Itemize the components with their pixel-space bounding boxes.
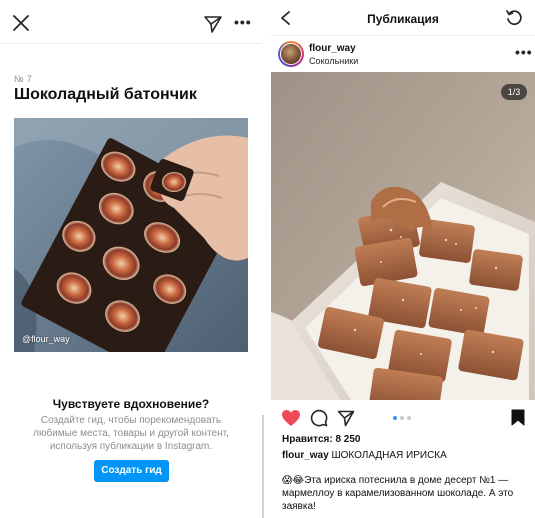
carousel-indicator: [393, 416, 413, 421]
guide-top-bar: •••: [0, 0, 262, 44]
more-options-icon[interactable]: •••: [515, 44, 532, 60]
carousel-dot: [407, 416, 411, 420]
carousel-dot-active: [393, 416, 397, 420]
guide-panel: ••• № 7 Шоколадный батончик @flour_way Ч…: [0, 0, 262, 518]
close-icon[interactable]: [10, 12, 32, 34]
inspire-title: Чувствуете вдохновение?: [52, 397, 210, 411]
post-header: flour_way Сокольники •••: [271, 36, 535, 72]
comment-icon[interactable]: [310, 409, 328, 427]
post-location[interactable]: Сокольники: [309, 56, 358, 66]
refresh-icon[interactable]: [505, 9, 523, 27]
scrollbar[interactable]: [262, 415, 264, 518]
post-top-bar: Публикация: [271, 0, 535, 36]
heart-icon[interactable]: [281, 409, 301, 427]
photo-credit[interactable]: @flour_way: [22, 334, 70, 344]
avatar[interactable]: [278, 41, 304, 67]
image-counter-badge: 1/3: [501, 84, 527, 100]
guide-number: № 7: [14, 74, 33, 84]
guide-photo[interactable]: [14, 118, 248, 352]
caption-username[interactable]: flour_way: [282, 450, 329, 461]
send-icon[interactable]: [203, 14, 223, 34]
post-actions: [271, 404, 535, 430]
inspire-description: Создайте гид, чтобы порекомендовать люби…: [33, 415, 229, 452]
bookmark-icon[interactable]: [511, 409, 525, 426]
create-guide-button[interactable]: Создать гид: [94, 460, 169, 482]
carousel-dot: [400, 416, 404, 420]
caption-text: 😱😂Эта ириска потеснила в доме десерт №1 …: [282, 475, 514, 512]
post-image[interactable]: [271, 72, 535, 400]
post-panel: Публикация flour_way Сокольники ••• 1/3 …: [271, 0, 535, 518]
page-title: Публикация: [367, 12, 439, 26]
share-icon[interactable]: [337, 409, 355, 427]
likes-count[interactable]: Нравится: 8 250: [282, 434, 360, 445]
caption-headline: flour_way ШОКОЛАДНАЯ ИРИСКА: [282, 450, 447, 461]
more-options-icon[interactable]: •••: [234, 13, 251, 31]
post-username[interactable]: flour_way: [309, 43, 356, 54]
guide-title: Шоколадный батончик: [14, 86, 197, 103]
caption-title: ШОКОЛАДНАЯ ИРИСКА: [331, 450, 447, 461]
